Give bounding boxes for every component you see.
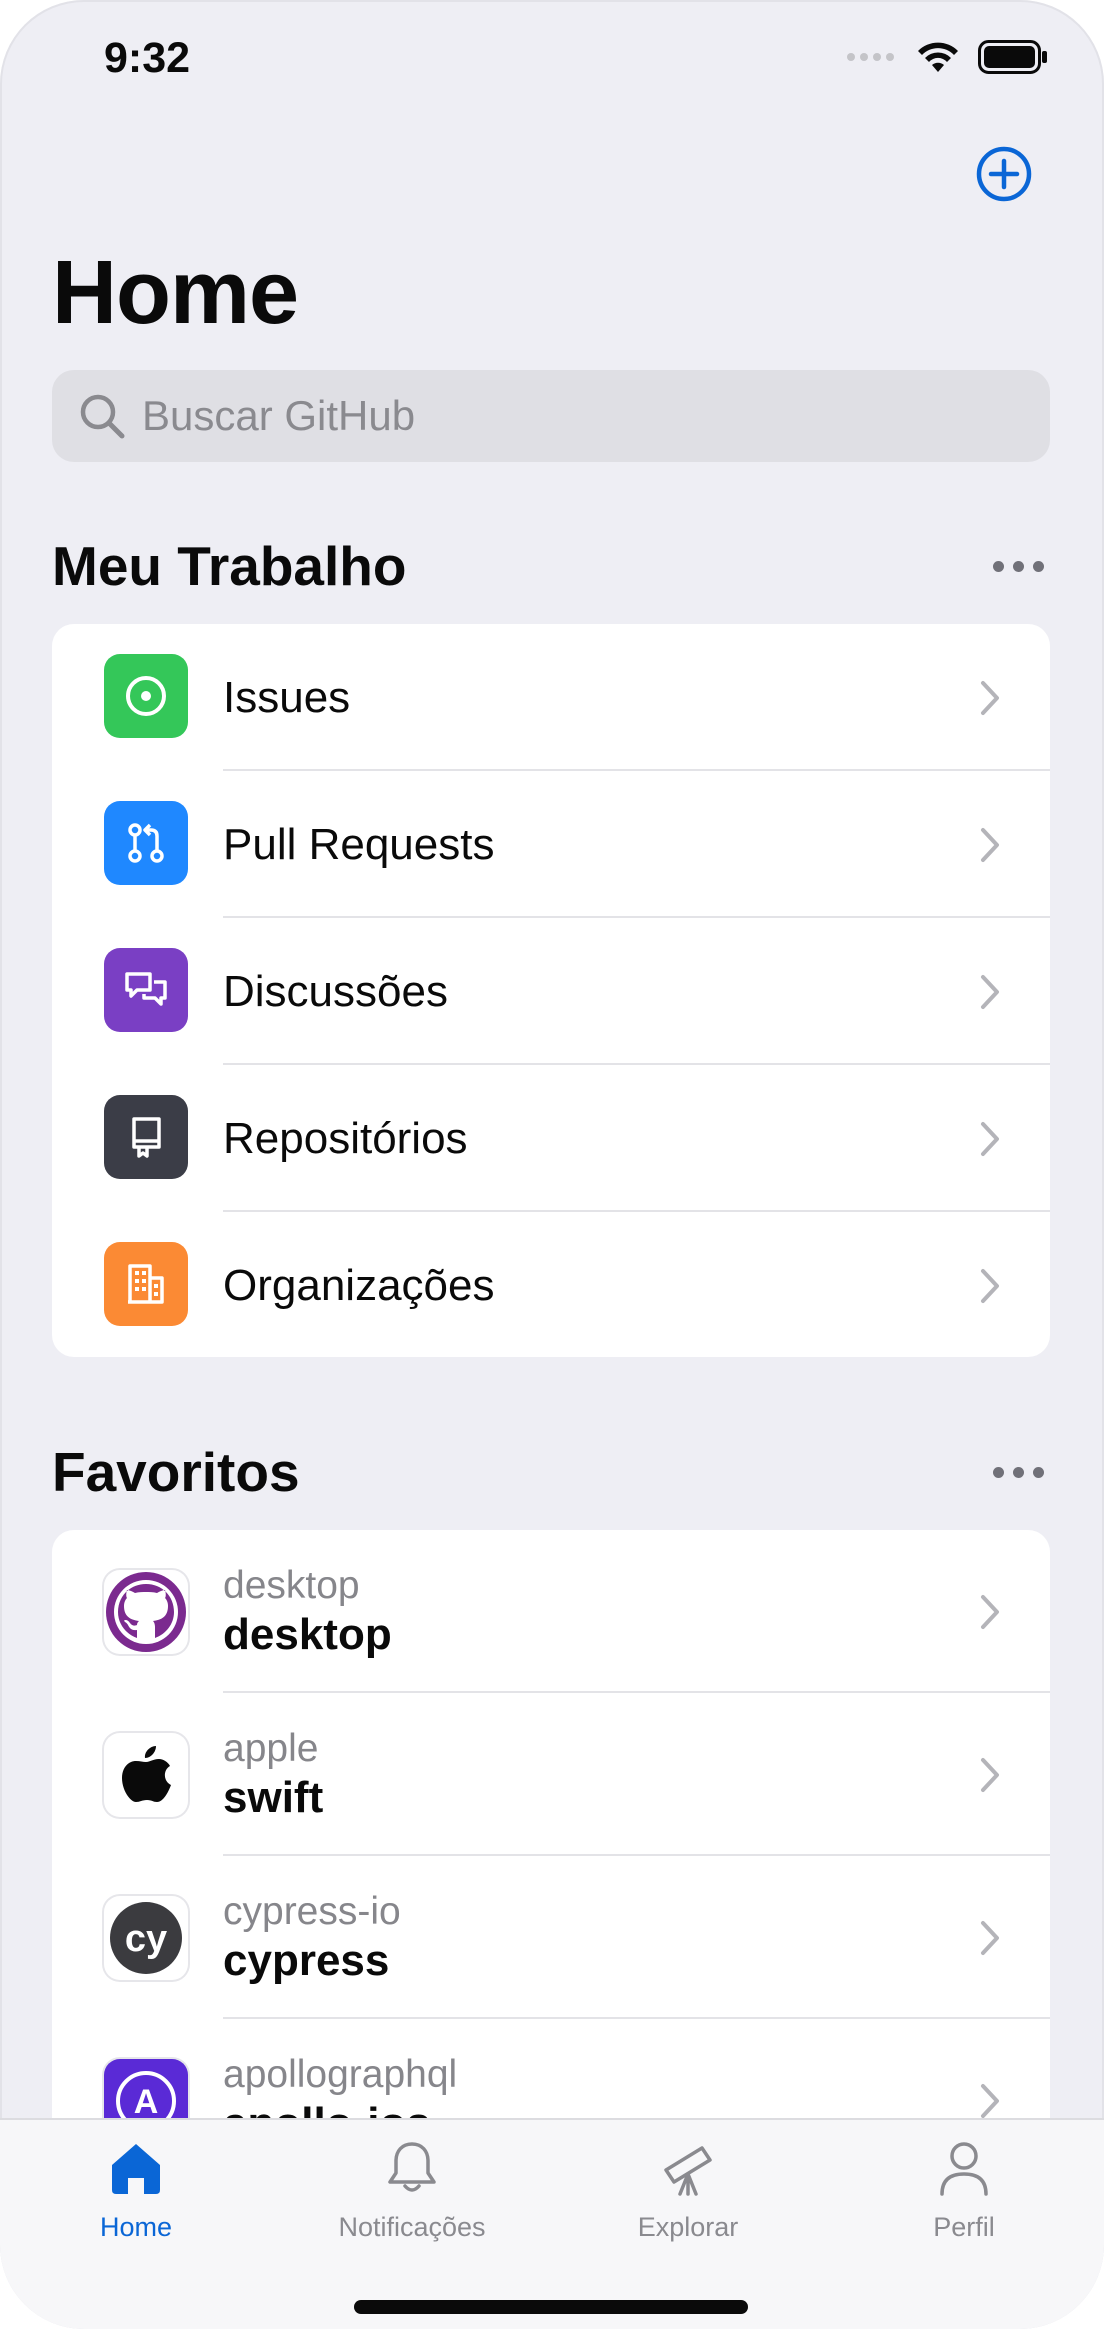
chevron-right-icon <box>981 828 999 862</box>
issue-opened-icon <box>104 654 188 738</box>
favorite-item-desktop[interactable]: desktop desktop <box>52 1530 1050 1693</box>
section-title-favorites: Favoritos <box>52 1441 300 1503</box>
my-work-item-label: Pull Requests <box>223 819 495 869</box>
favorite-owner: desktop <box>223 1564 360 1607</box>
tab-label: Explorar <box>637 2212 739 2242</box>
status-icons <box>846 40 1048 74</box>
chevron-right-icon <box>981 681 999 715</box>
tab-label: Home <box>99 2212 173 2242</box>
favorite-repo: cypress <box>223 1936 390 1985</box>
cypress-logo-icon: cy <box>104 1896 188 1980</box>
my-work-list: Issues Pull Requests Discussões Repositó… <box>52 624 1050 1357</box>
favorite-item-cypress[interactable]: cy cypress-io cypress <box>52 1856 1050 2019</box>
tab-profile[interactable]: Perfil <box>864 2138 1064 2243</box>
git-pull-request-icon <box>104 801 188 885</box>
tab-bar: Home Notificações Explorar Perfil <box>0 2118 1104 2329</box>
github-octocat-icon <box>104 1570 188 1654</box>
section-title-my-work: Meu Trabalho <box>52 535 407 597</box>
battery-icon <box>978 40 1047 74</box>
my-work-item-label: Discussões <box>223 966 448 1016</box>
tab-home[interactable]: Home <box>36 2138 236 2243</box>
chevron-right-icon <box>981 1595 999 1629</box>
plus-circle-icon <box>976 146 1032 202</box>
search-field[interactable]: Buscar GitHub <box>52 370 1050 462</box>
status-time: 9:32 <box>104 34 191 82</box>
my-work-item-issues[interactable]: Issues <box>52 624 1050 771</box>
tab-explore[interactable]: Explorar <box>588 2138 788 2243</box>
bell-icon <box>388 2142 436 2192</box>
my-work-item-label: Repositórios <box>223 1113 468 1163</box>
person-icon <box>940 2142 988 2196</box>
chevron-right-icon <box>981 2084 999 2118</box>
my-work-item-label: Issues <box>223 672 351 722</box>
svg-text:cy: cy <box>125 1918 167 1960</box>
favorite-item-swift[interactable]: apple swift <box>52 1693 1050 1856</box>
search-icon <box>80 394 125 439</box>
favorites-header: Favoritos <box>52 1440 1050 1504</box>
tab-label: Notificações <box>338 2212 486 2242</box>
more-options-button[interactable] <box>993 1466 1044 1478</box>
my-work-item-discussions[interactable]: Discussões <box>52 918 1050 1065</box>
cellular-signal-icon <box>847 53 894 61</box>
favorite-owner: apple <box>223 1727 319 1770</box>
home-icon <box>112 2144 160 2194</box>
search-placeholder: Buscar GitHub <box>142 392 416 439</box>
app-screen: 9:32 Home Buscar GitHub Meu Trabalho Iss… <box>0 0 1104 2329</box>
create-button[interactable] <box>976 146 1032 202</box>
chevron-right-icon <box>981 1758 999 1792</box>
more-options-button[interactable] <box>993 560 1044 572</box>
organization-icon <box>104 1242 188 1326</box>
favorite-repo: desktop <box>223 1610 392 1659</box>
favorite-owner: cypress-io <box>223 1890 401 1933</box>
my-work-header: Meu Trabalho <box>52 534 1050 598</box>
home-indicator[interactable] <box>354 2300 748 2314</box>
repo-icon <box>104 1095 188 1179</box>
favorite-repo: swift <box>223 1773 324 1822</box>
my-work-item-repositories[interactable]: Repositórios <box>52 1065 1050 1212</box>
chevron-right-icon <box>981 1269 999 1303</box>
tab-label: Perfil <box>933 2212 995 2242</box>
favorite-owner: apollographql <box>223 2053 458 2096</box>
chevron-right-icon <box>981 975 999 1009</box>
my-work-item-label: Organizações <box>223 1260 495 1310</box>
wifi-icon <box>918 42 958 72</box>
apple-logo-icon <box>104 1733 188 1817</box>
svg-text:A: A <box>134 2083 159 2121</box>
chevron-right-icon <box>981 1921 999 1955</box>
discussions-icon <box>104 948 188 1032</box>
page-title: Home <box>52 243 299 343</box>
my-work-item-pull-requests[interactable]: Pull Requests <box>52 771 1050 918</box>
tab-notifications[interactable]: Notificações <box>312 2138 512 2243</box>
telescope-icon <box>664 2146 712 2196</box>
my-work-item-organizations[interactable]: Organizações <box>52 1212 1050 1357</box>
chevron-right-icon <box>981 1122 999 1156</box>
